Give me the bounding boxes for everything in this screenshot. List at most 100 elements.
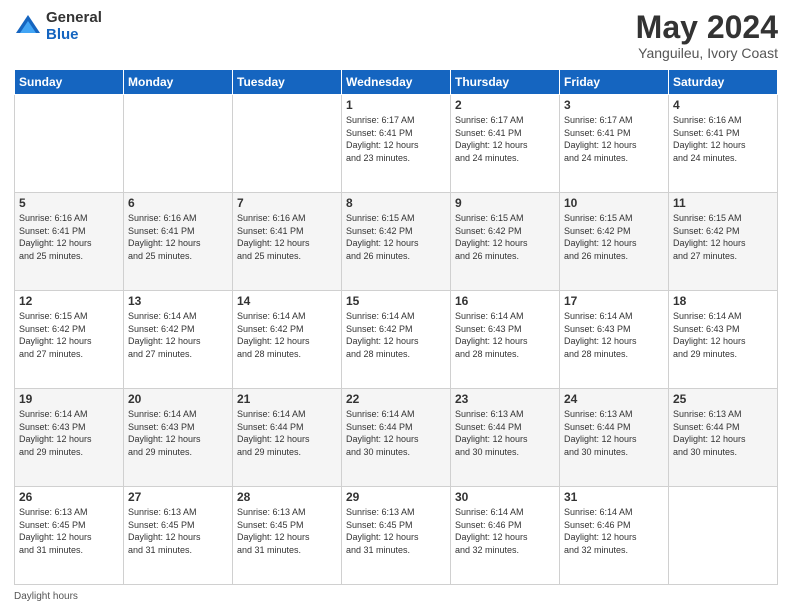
calendar-day-cell: 5Sunrise: 6:16 AM Sunset: 6:41 PM Daylig… xyxy=(15,193,124,291)
day-number: 17 xyxy=(564,294,664,308)
day-number: 15 xyxy=(346,294,446,308)
calendar-day-cell: 22 Sunrise: 6:14 AM Sunset: 6:44 PM Dayli… xyxy=(342,389,451,487)
logo-general: General xyxy=(46,10,102,27)
calendar-day-cell: 16 Sunrise: 6:14 AM Sunset: 6:43 PM Dayli… xyxy=(451,291,560,389)
header: General Blue May 2024 Yanguileu, Ivory C… xyxy=(14,10,778,61)
day-number: 11 xyxy=(673,196,773,210)
day-number: 9 xyxy=(455,196,555,210)
day-number: 10 xyxy=(564,196,664,210)
day-info: Sunrise: 6:13 AM Sunset: 6:44 PM Dayligh… xyxy=(673,408,773,458)
calendar-day-cell xyxy=(233,95,342,193)
day-info: Sunrise: 6:14 AM Sunset: 6:42 PM Dayligh… xyxy=(346,310,446,360)
day-info: Sunrise: 6:13 AM Sunset: 6:45 PM Dayligh… xyxy=(237,506,337,556)
calendar-day-cell: 20 Sunrise: 6:14 AM Sunset: 6:43 PM Dayli… xyxy=(124,389,233,487)
calendar-day-cell: 31Sunrise: 6:14 AM Sunset: 6:46 PM Dayli… xyxy=(560,487,669,585)
calendar-day-cell: 18 Sunrise: 6:14 AM Sunset: 6:43 PM Dayli… xyxy=(669,291,778,389)
calendar-day-cell: 23Sunrise: 6:13 AM Sunset: 6:44 PM Dayli… xyxy=(451,389,560,487)
calendar-day-cell: 6 Sunrise: 6:16 AM Sunset: 6:41 PM Daylig… xyxy=(124,193,233,291)
calendar-day-cell: 12 Sunrise: 6:15 AM Sunset: 6:42 PM Dayli… xyxy=(15,291,124,389)
page: General Blue May 2024 Yanguileu, Ivory C… xyxy=(0,0,792,612)
calendar-day-cell: 21Sunrise: 6:14 AM Sunset: 6:44 PM Dayli… xyxy=(233,389,342,487)
logo: General Blue xyxy=(14,10,102,43)
day-number: 4 xyxy=(673,98,773,112)
calendar-day-cell: 25 Sunrise: 6:13 AM Sunset: 6:44 PM Dayli… xyxy=(669,389,778,487)
day-number: 25 xyxy=(673,392,773,406)
day-number: 19 xyxy=(19,392,119,406)
day-number: 5 xyxy=(19,196,119,210)
calendar-week-row: 5 Sunrise: 6:16 AM Sunset: 6:41 PM Daylig… xyxy=(15,193,778,291)
day-of-week-header: Tuesday xyxy=(233,70,342,95)
day-info: Sunrise: 6:14 AM Sunset: 6:46 PM Dayligh… xyxy=(455,506,555,556)
calendar-day-cell xyxy=(669,487,778,585)
calendar-day-cell: 30 Sunrise: 6:14 AM Sunset: 6:46 PM Dayli… xyxy=(451,487,560,585)
footer: Daylight hours xyxy=(14,591,778,602)
calendar-day-cell: 17 Sunrise: 6:14 AM Sunset: 6:43 PM Dayli… xyxy=(560,291,669,389)
day-number: 8 xyxy=(346,196,446,210)
calendar-day-cell: 7 Sunrise: 6:16 AM Sunset: 6:41 PM Daylig… xyxy=(233,193,342,291)
day-number: 14 xyxy=(237,294,337,308)
calendar-day-cell: 10 Sunrise: 6:15 AM Sunset: 6:42 PM Dayli… xyxy=(560,193,669,291)
day-info: Sunrise: 6:14 AM Sunset: 6:42 PM Dayligh… xyxy=(237,310,337,360)
month-title: May 2024 xyxy=(636,10,778,45)
day-info: Sunrise: 6:15 AM Sunset: 6:42 PM Dayligh… xyxy=(564,212,664,262)
day-of-week-header: Wednesday xyxy=(342,70,451,95)
day-number: 12 xyxy=(19,294,119,308)
day-number: 24 xyxy=(564,392,664,406)
logo-blue: Blue xyxy=(46,27,102,44)
calendar-day-cell: 8 Sunrise: 6:15 AM Sunset: 6:42 PM Daylig… xyxy=(342,193,451,291)
day-info: Sunrise: 6:15 AM Sunset: 6:42 PM Dayligh… xyxy=(455,212,555,262)
day-info: Sunrise: 6:17 AM Sunset: 6:41 PM Dayligh… xyxy=(564,114,664,164)
day-info: Sunrise: 6:15 AM Sunset: 6:42 PM Dayligh… xyxy=(346,212,446,262)
day-info: Sunrise: 6:14 AM Sunset: 6:43 PM Dayligh… xyxy=(455,310,555,360)
calendar-day-cell: 14 Sunrise: 6:14 AM Sunset: 6:42 PM Dayli… xyxy=(233,291,342,389)
calendar-day-cell: 2 Sunrise: 6:17 AM Sunset: 6:41 PM Daylig… xyxy=(451,95,560,193)
logo-text: General Blue xyxy=(46,10,102,43)
day-of-week-header: Saturday xyxy=(669,70,778,95)
title-area: May 2024 Yanguileu, Ivory Coast xyxy=(636,10,778,61)
day-number: 2 xyxy=(455,98,555,112)
day-number: 1 xyxy=(346,98,446,112)
day-number: 28 xyxy=(237,490,337,504)
day-info: Sunrise: 6:17 AM Sunset: 6:41 PM Dayligh… xyxy=(455,114,555,164)
day-number: 13 xyxy=(128,294,228,308)
day-of-week-header: Friday xyxy=(560,70,669,95)
day-number: 26 xyxy=(19,490,119,504)
calendar-day-cell xyxy=(15,95,124,193)
day-info: Sunrise: 6:17 AM Sunset: 6:41 PM Dayligh… xyxy=(346,114,446,164)
daylight-hours-label: Daylight hours xyxy=(14,591,78,602)
calendar-day-cell: 9 Sunrise: 6:15 AM Sunset: 6:42 PM Daylig… xyxy=(451,193,560,291)
day-number: 21 xyxy=(237,392,337,406)
day-info: Sunrise: 6:14 AM Sunset: 6:43 PM Dayligh… xyxy=(673,310,773,360)
day-number: 18 xyxy=(673,294,773,308)
day-info: Sunrise: 6:14 AM Sunset: 6:43 PM Dayligh… xyxy=(19,408,119,458)
calendar-day-cell: 13Sunrise: 6:14 AM Sunset: 6:42 PM Dayli… xyxy=(124,291,233,389)
calendar-header-row: SundayMondayTuesdayWednesdayThursdayFrid… xyxy=(15,70,778,95)
day-info: Sunrise: 6:16 AM Sunset: 6:41 PM Dayligh… xyxy=(128,212,228,262)
day-info: Sunrise: 6:16 AM Sunset: 6:41 PM Dayligh… xyxy=(237,212,337,262)
day-info: Sunrise: 6:13 AM Sunset: 6:45 PM Dayligh… xyxy=(346,506,446,556)
day-info: Sunrise: 6:14 AM Sunset: 6:43 PM Dayligh… xyxy=(564,310,664,360)
day-number: 30 xyxy=(455,490,555,504)
day-info: Sunrise: 6:14 AM Sunset: 6:43 PM Dayligh… xyxy=(128,408,228,458)
calendar-day-cell: 27Sunrise: 6:13 AM Sunset: 6:45 PM Dayli… xyxy=(124,487,233,585)
day-number: 6 xyxy=(128,196,228,210)
location-subtitle: Yanguileu, Ivory Coast xyxy=(636,45,778,61)
day-info: Sunrise: 6:15 AM Sunset: 6:42 PM Dayligh… xyxy=(19,310,119,360)
day-number: 16 xyxy=(455,294,555,308)
day-of-week-header: Sunday xyxy=(15,70,124,95)
calendar-day-cell: 24Sunrise: 6:13 AM Sunset: 6:44 PM Dayli… xyxy=(560,389,669,487)
day-info: Sunrise: 6:14 AM Sunset: 6:44 PM Dayligh… xyxy=(346,408,446,458)
calendar-week-row: 26 Sunrise: 6:13 AM Sunset: 6:45 PM Dayli… xyxy=(15,487,778,585)
day-number: 31 xyxy=(564,490,664,504)
calendar-week-row: 19 Sunrise: 6:14 AM Sunset: 6:43 PM Dayli… xyxy=(15,389,778,487)
calendar-day-cell: 11Sunrise: 6:15 AM Sunset: 6:42 PM Dayli… xyxy=(669,193,778,291)
logo-icon xyxy=(14,13,42,41)
day-number: 27 xyxy=(128,490,228,504)
day-number: 7 xyxy=(237,196,337,210)
day-info: Sunrise: 6:13 AM Sunset: 6:44 PM Dayligh… xyxy=(455,408,555,458)
calendar-week-row: 12 Sunrise: 6:15 AM Sunset: 6:42 PM Dayli… xyxy=(15,291,778,389)
day-number: 22 xyxy=(346,392,446,406)
day-number: 20 xyxy=(128,392,228,406)
calendar-day-cell: 19 Sunrise: 6:14 AM Sunset: 6:43 PM Dayli… xyxy=(15,389,124,487)
day-number: 3 xyxy=(564,98,664,112)
